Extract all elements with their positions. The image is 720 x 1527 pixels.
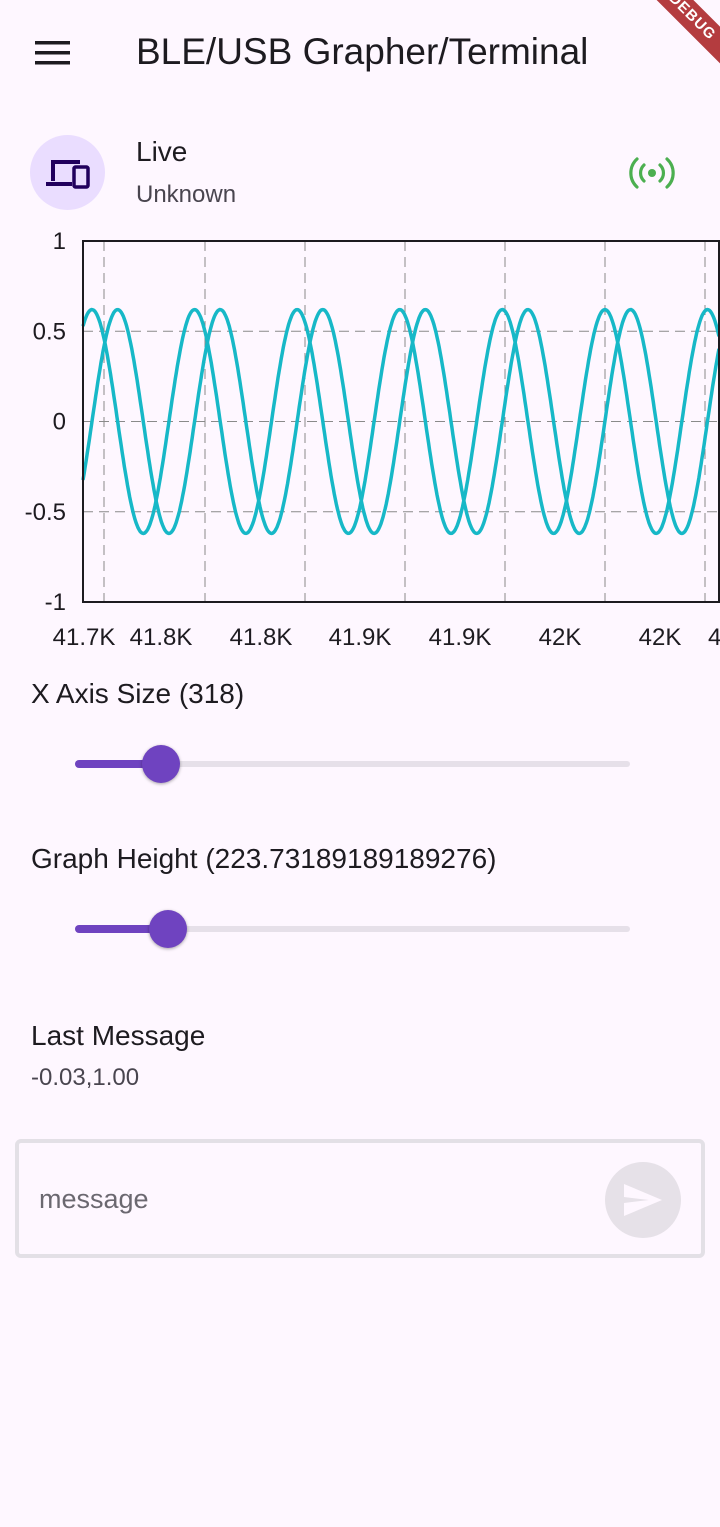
x-tick-label: 41.8K <box>230 624 293 651</box>
slider-thumb[interactable] <box>142 745 181 783</box>
send-icon <box>624 1184 662 1216</box>
send-button[interactable] <box>605 1162 681 1238</box>
x-tick-label: 41.9K <box>429 624 492 651</box>
x-tick-label: 42 <box>708 624 720 651</box>
device-name: Live <box>136 136 188 167</box>
y-tick-label: -0.5 <box>25 499 66 526</box>
page-title: BLE/USB Grapher/Terminal <box>136 31 589 72</box>
x-tick-label: 41.7K <box>53 624 116 651</box>
graph-height-label: Graph Height (223.73189189189276) <box>31 843 497 874</box>
message-input[interactable] <box>39 1171 599 1227</box>
devices-icon <box>45 159 90 189</box>
slider-thumb[interactable] <box>149 910 188 948</box>
device-status: Unknown <box>136 181 237 208</box>
x-tick-label: 41.8K <box>130 624 193 651</box>
device-list-item[interactable]: Live Unknown <box>0 128 720 220</box>
x-tick-label: 42K <box>639 624 682 651</box>
signal-chart: 1 0.5 0 -0.5 -1 41.7K 41.8K 41.8K 41.9K 41.9K 42K 4… <box>0 228 720 658</box>
last-message-value: -0.03,1.00 <box>31 1064 140 1091</box>
broadcast-icon <box>629 157 675 189</box>
y-tick-label: 1 <box>53 228 66 255</box>
connection-status-button[interactable] <box>628 153 676 193</box>
x-tick-label: 42K <box>539 624 582 651</box>
menu-icon <box>35 41 70 65</box>
last-message-label: Last Message <box>31 1020 206 1051</box>
x-axis-size-slider[interactable] <box>75 744 630 784</box>
app-bar: BLE/USB Grapher/Terminal DEBUG <box>0 0 720 105</box>
y-tick-label: 0.5 <box>33 318 66 345</box>
x-tick-label: 41.9K <box>329 624 392 651</box>
y-tick-label: 0 <box>53 409 66 436</box>
graph-height-slider[interactable] <box>75 909 630 949</box>
message-composer <box>15 1139 705 1258</box>
menu-button[interactable] <box>22 28 84 78</box>
y-tick-label: -1 <box>45 589 66 616</box>
debug-banner: DEBUG <box>630 0 720 90</box>
avatar <box>30 135 105 210</box>
x-axis-size-label: X Axis Size (318) <box>31 678 245 709</box>
series-line <box>81 307 720 536</box>
